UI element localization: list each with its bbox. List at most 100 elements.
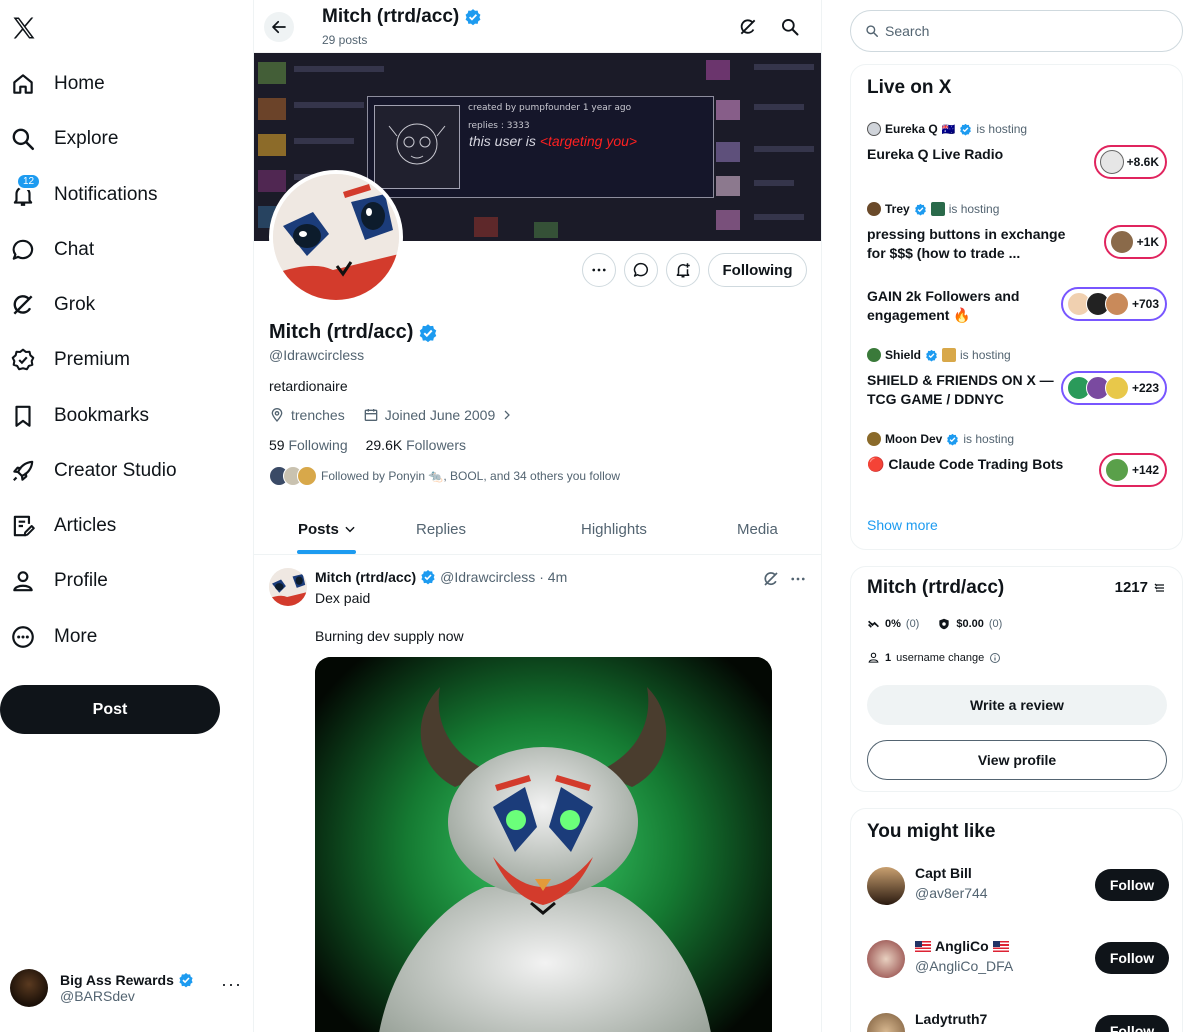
back-button[interactable] [264,12,294,42]
banner-card: created by pumpfounder 1 year ago replie… [367,96,714,198]
nav-chat[interactable]: Chat [10,230,94,270]
followed-by-avatars [269,466,317,486]
grok-icon[interactable] [738,17,758,37]
score: 1217 [1115,579,1166,596]
info-icon[interactable] [989,652,1001,664]
profile-header-bar: Mitch (rtrd/acc) 29 posts [254,0,821,53]
more-dots-icon[interactable]: ··· [221,974,242,995]
person-icon [867,651,880,664]
search-box[interactable] [850,10,1183,52]
nav-grok[interactable]: Grok [10,285,95,325]
tweet-handle[interactable]: @Idrawcircless [440,569,535,585]
verified-icon [418,323,438,343]
chevron-down-icon [345,526,355,533]
nav-profile[interactable]: Profile [10,561,108,601]
search-icon [865,24,879,38]
username-changes: 1 username change [867,651,1001,664]
live-listeners-pill[interactable]: +1K [1103,225,1167,259]
live-item[interactable]: Eureka Q 🇦🇺 is hosting Eureka Q Live Radi… [867,121,1169,179]
card-name: Mitch (rtrd/acc) [867,577,1005,598]
live-item[interactable]: Moon Dev is hosting 🔴 Claude Code Tradin… [867,431,1169,487]
live-item[interactable]: Trey is hosting pressing buttons in exch… [867,201,1169,263]
flag-icon [915,940,931,952]
followers-count[interactable]: 29.6K Followers [366,437,466,453]
profile-avatar[interactable] [269,170,403,304]
host-avatar [867,432,881,446]
flag-icon [992,940,1009,952]
tweet-author[interactable]: Mitch (rtrd/acc) [315,569,416,585]
banner-replies: replies : 3333 [468,121,530,131]
search-icon[interactable] [780,17,800,37]
more-dots-icon[interactable] [789,570,807,588]
active-tab-indicator [297,550,356,554]
suggested-user[interactable]: Ladytruth7 Follow [867,1011,1169,1032]
tab-posts[interactable]: Posts [298,521,357,538]
live-listeners-pill[interactable]: +223 [1060,371,1167,405]
nav-home[interactable]: Home [10,64,105,104]
message-button[interactable] [624,253,658,287]
nav-creator-studio[interactable]: Creator Studio [10,451,177,491]
profile-joined[interactable]: Joined June 2009 [385,407,496,423]
profile-handle: @Idrawcircless [269,347,365,363]
search-input[interactable] [885,23,1145,39]
chevron-right-icon [501,409,513,421]
nav-label: More [54,626,98,647]
suggested-name: AngliCo [915,938,1009,954]
tweet-avatar[interactable] [269,568,307,606]
view-profile-button[interactable]: View profile [867,740,1167,780]
live-item[interactable]: GAIN 2k Followers and engagement 🔥 +703 [867,287,1169,325]
left-sidebar: Home Explore 12 Notifications Chat Grok … [0,0,253,1032]
following-button[interactable]: Following [708,253,807,287]
nav-articles[interactable]: Articles [10,506,116,546]
grok-icon[interactable] [762,570,780,588]
live-listeners-pill[interactable]: +8.6K [1093,145,1167,179]
live-listeners-pill[interactable]: +142 [1098,453,1167,487]
nav-label: Explore [54,128,119,149]
follow-button[interactable]: Follow [1095,1015,1169,1032]
suggested-name: Capt Bill [915,865,972,881]
banner-meta: created by pumpfounder 1 year ago [468,103,632,113]
nav-label: Notifications [54,184,158,205]
x-logo-icon[interactable] [10,14,38,42]
live-item[interactable]: Shield is hosting SHIELD & FRIENDS ON X … [867,347,1169,409]
follow-button[interactable]: Follow [1095,869,1169,901]
followed-by[interactable]: Followed by Ponyin 🐀, BOOL, and 34 other… [269,466,620,486]
host-avatar [867,348,881,362]
tab-replies[interactable]: Replies [416,521,466,538]
nav-label: Profile [54,570,108,591]
home-icon [10,71,36,97]
badge-icon [930,202,945,216]
nav-notifications[interactable]: 12 Notifications [10,173,158,215]
profile-location: trenches [291,407,345,423]
suggested-user[interactable]: AngliCo @AngliCo_DFA Follow [867,938,1169,982]
verified-icon [959,123,972,136]
show-more-link[interactable]: Show more [867,517,938,533]
more-options-button[interactable] [582,253,616,287]
account-switcher[interactable]: Big Ass Rewards @BARSdev ··· [10,966,242,1010]
live-listeners-pill[interactable]: +703 [1060,287,1167,321]
nav-more[interactable]: More [10,617,97,657]
notify-button[interactable] [666,253,700,287]
verified-icon [178,972,194,988]
tab-media[interactable]: Media [737,521,778,538]
header-title: Mitch (rtrd/acc) [322,6,460,27]
bell-plus-icon [676,263,690,278]
grok-icon [10,292,36,318]
nav-explore[interactable]: Explore [10,119,118,159]
verified-icon [914,203,927,216]
nav-bookmarks[interactable]: Bookmarks [10,396,149,436]
suggested-user[interactable]: Capt Bill @av8er744 Follow [867,865,1169,909]
tweet-time[interactable]: · 4m [539,569,567,585]
suggest-title: You might like [867,821,996,842]
tab-highlights[interactable]: Highlights [581,521,647,538]
profile-tabs: Posts Replies Highlights Media [254,505,821,555]
nav-premium[interactable]: Premium [10,340,130,380]
following-count[interactable]: 59 Following [269,437,348,453]
tweet-image[interactable] [315,657,772,1032]
follow-button[interactable]: Follow [1095,942,1169,974]
post-button[interactable]: Post [0,685,220,734]
tweet-text: Dex paid [315,590,371,606]
profile-meta: trenches Joined June 2009 [269,407,513,423]
verified-icon [420,569,436,585]
write-review-button[interactable]: Write a review [867,685,1167,725]
